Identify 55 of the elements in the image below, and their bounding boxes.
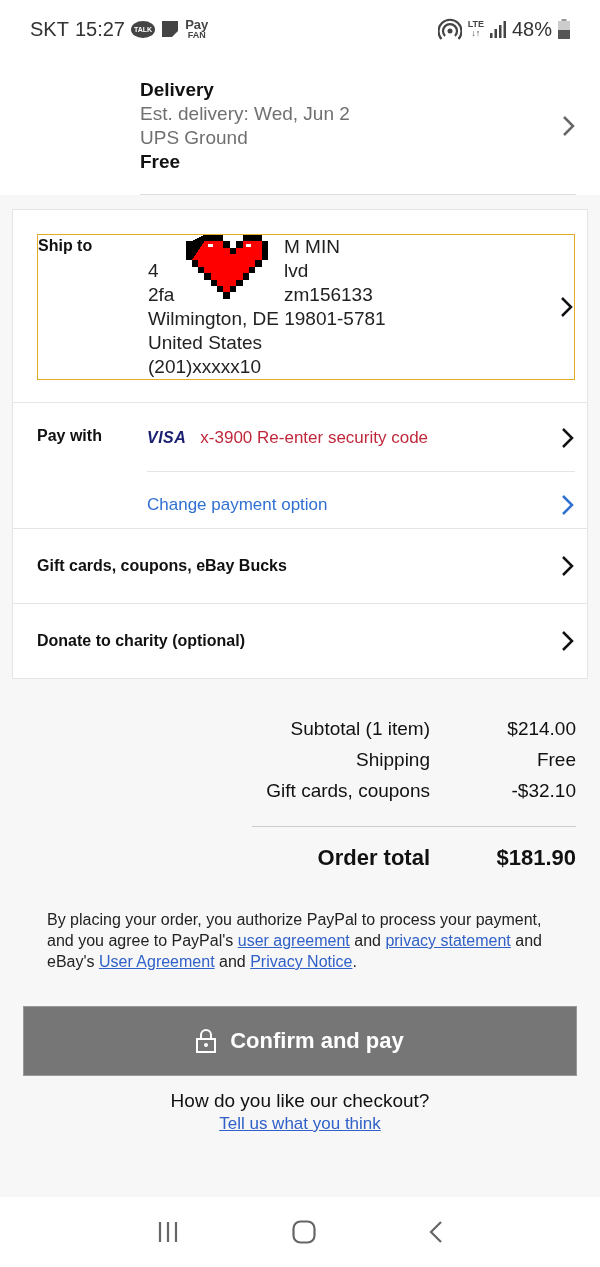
legal-link[interactable]: User Agreement [98,953,215,970]
option-row[interactable]: Gift cards, coupons, eBay Bucks [13,529,587,604]
pay-notification-icon: Pay FAN [185,18,209,40]
ship-to-label: Ship to [38,236,94,255]
feedback-link[interactable]: Tell us what you think [219,1114,381,1134]
battery-icon [558,19,570,39]
back-icon[interactable] [429,1220,444,1244]
card-brand-logo: VISA [147,429,187,447]
summary-value: $214.00 [506,717,576,741]
address-line: 4 [148,259,160,283]
delivery-price: Free [140,150,182,174]
summary-label: Gift cards, coupons [266,779,430,803]
legal-notice: By placing your order, you authorize PayPal to process your payment, and you agree to PayPal's user agreement and privacy statement and eBay's User Agreement and Privacy Notice. [47,910,543,972]
clock: 15:27 [74,17,125,41]
network-type: LTE ↓↑ [467,20,484,38]
legal-link[interactable]: Privacy Notice [250,953,353,970]
lock-icon [196,1029,217,1053]
battery-percent: 48% [511,17,552,41]
address-line: M MIN [284,235,341,259]
delivery-estimate: Est. delivery: Wed, Jun 2 [140,102,351,126]
summary-label: Shipping [356,748,430,772]
address-line: United States [148,331,264,355]
option-row[interactable]: Donate to charity (optional) [13,604,587,678]
recent-apps-icon[interactable] [156,1221,179,1243]
address-line: Wilmington, DE 19801-5781 [148,307,387,331]
chevron-right-icon [561,630,575,652]
card-warning: x-3900 Re-enter security code [200,428,430,448]
address-line: (201)xxxxx10 [148,355,262,379]
pay-with-label: Pay with [37,427,103,445]
hotspot-icon [437,18,462,40]
summary-value: -$32.10 [510,779,576,803]
chevron-right-icon [562,115,576,137]
address-line: zm156133 [284,283,374,307]
address-line: 2fa [148,283,176,307]
home-icon[interactable] [292,1220,316,1244]
chevron-right-icon [560,296,574,318]
chevron-right-icon [561,555,575,577]
payment-method-row[interactable]: VISA x-3900 Re-enter security code [147,427,575,472]
chevron-right-icon [561,427,575,449]
signal-icon [489,20,506,38]
order-total-value: $181.90 [495,845,576,871]
delivery-service: UPS Ground [140,126,249,150]
ship-to-row[interactable]: Ship to M MIN 4 lvd 2fa zm156133 Wilmington, DE 19801-5781 United States (201)xxxxx10 [37,234,575,380]
legal-link[interactable]: privacy statement [385,932,511,949]
summary-label: Subtotal (1 item) [290,717,430,741]
carrier: SKT [30,17,69,41]
note-icon [161,20,180,38]
summary-value: Free [535,748,576,772]
delivery-title: Delivery [140,78,215,102]
address-line: lvd [284,259,310,283]
change-payment-link[interactable]: Change payment option [147,495,561,515]
legal-link[interactable]: user agreement [237,932,350,949]
feedback-question: How do you like our checkout? [170,1090,430,1112]
order-total-label: Order total [317,845,430,871]
chevron-right-icon [561,494,575,516]
